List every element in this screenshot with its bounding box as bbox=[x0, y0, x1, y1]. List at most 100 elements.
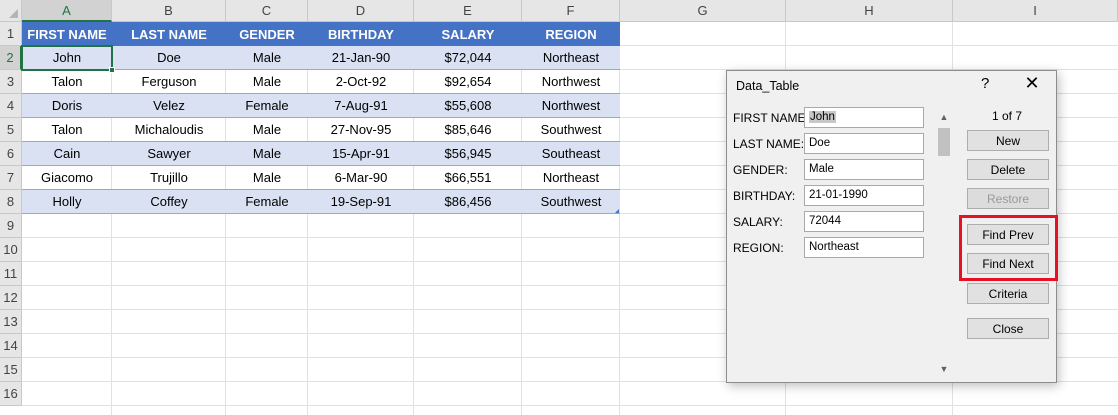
table-cell[interactable]: Ferguson bbox=[112, 70, 226, 94]
table-cell[interactable]: Southwest bbox=[522, 190, 620, 214]
table-cell[interactable]: $85,646 bbox=[414, 118, 522, 142]
scroll-down-icon[interactable]: ▼ bbox=[938, 363, 950, 375]
table-cell[interactable]: Female bbox=[226, 190, 308, 214]
table-cell[interactable]: Male bbox=[226, 70, 308, 94]
table-cell[interactable]: Northwest bbox=[522, 70, 620, 94]
row-header-16[interactable]: 16 bbox=[0, 382, 22, 406]
criteria-button[interactable]: Criteria bbox=[967, 283, 1049, 304]
close-button[interactable]: Close bbox=[967, 318, 1049, 339]
column-header-d[interactable]: D bbox=[308, 0, 414, 22]
row-header-5[interactable]: 5 bbox=[0, 118, 22, 142]
row-gridline bbox=[22, 405, 1118, 406]
table-cell[interactable]: Coffey bbox=[112, 190, 226, 214]
last-name-field[interactable]: Doe bbox=[804, 133, 924, 154]
table-header-cell[interactable]: FIRST NAME bbox=[22, 22, 112, 46]
table-cell[interactable]: $66,551 bbox=[414, 166, 522, 190]
table-cell[interactable]: Doris bbox=[22, 94, 112, 118]
row-header-2[interactable]: 2 bbox=[0, 46, 22, 70]
row-header-10[interactable]: 10 bbox=[0, 238, 22, 262]
table-cell[interactable]: Velez bbox=[112, 94, 226, 118]
row-header-15[interactable]: 15 bbox=[0, 358, 22, 382]
field-label-region: REGION: bbox=[733, 241, 784, 255]
row-header-11[interactable]: 11 bbox=[0, 262, 22, 286]
table-cell[interactable]: Northeast bbox=[522, 46, 620, 70]
row-header-1[interactable]: 1 bbox=[0, 22, 22, 46]
table-header-cell[interactable]: BIRTHDAY bbox=[308, 22, 414, 46]
table-cell[interactable]: 2-Oct-92 bbox=[308, 70, 414, 94]
delete-button[interactable]: Delete bbox=[967, 159, 1049, 180]
column-header-g[interactable]: G bbox=[620, 0, 786, 22]
help-button[interactable]: ? bbox=[981, 75, 989, 92]
table-cell[interactable]: 19-Sep-91 bbox=[308, 190, 414, 214]
scrollbar-thumb[interactable] bbox=[938, 128, 950, 156]
table-cell[interactable]: $56,945 bbox=[414, 142, 522, 166]
region-field[interactable]: Northeast bbox=[804, 237, 924, 258]
column-header-a[interactable]: A bbox=[22, 0, 112, 22]
table-header-cell[interactable]: GENDER bbox=[226, 22, 308, 46]
table-cell[interactable]: Northwest bbox=[522, 94, 620, 118]
table-cell[interactable]: Northeast bbox=[522, 166, 620, 190]
row-header-8[interactable]: 8 bbox=[0, 190, 22, 214]
column-header-c[interactable]: C bbox=[226, 0, 308, 22]
table-cell[interactable]: 7-Aug-91 bbox=[308, 94, 414, 118]
column-header-e[interactable]: E bbox=[414, 0, 522, 22]
dialog-title: Data_Table bbox=[736, 79, 800, 93]
table-cell[interactable]: Cain bbox=[22, 142, 112, 166]
new-button[interactable]: New bbox=[967, 130, 1049, 151]
table-cell[interactable]: Giacomo bbox=[22, 166, 112, 190]
row-header-13[interactable]: 13 bbox=[0, 310, 22, 334]
column-header-h[interactable]: H bbox=[786, 0, 953, 22]
field-label-birthday: BIRTHDAY: bbox=[733, 189, 796, 203]
table-cell[interactable]: Male bbox=[226, 142, 308, 166]
table-cell[interactable]: $92,654 bbox=[414, 70, 522, 94]
table-cell[interactable]: $86,456 bbox=[414, 190, 522, 214]
fill-handle[interactable] bbox=[109, 67, 115, 73]
row-header-12[interactable]: 12 bbox=[0, 286, 22, 310]
table-cell[interactable]: 21-Jan-90 bbox=[308, 46, 414, 70]
table-cell[interactable]: Sawyer bbox=[112, 142, 226, 166]
table-cell[interactable]: Southwest bbox=[522, 118, 620, 142]
row-header-3[interactable]: 3 bbox=[0, 70, 22, 94]
row-header-6[interactable]: 6 bbox=[0, 142, 22, 166]
table-cell[interactable]: Male bbox=[226, 46, 308, 70]
field-label-salary: SALARY: bbox=[733, 215, 783, 229]
column-header-f[interactable]: F bbox=[522, 0, 620, 22]
table-cell[interactable]: Male bbox=[226, 166, 308, 190]
row-header-7[interactable]: 7 bbox=[0, 166, 22, 190]
table-header-cell[interactable]: REGION bbox=[522, 22, 620, 46]
table-cell[interactable]: 6-Mar-90 bbox=[308, 166, 414, 190]
column-header-i[interactable]: I bbox=[953, 0, 1118, 22]
select-all-corner[interactable] bbox=[0, 0, 22, 22]
table-cell[interactable]: Talon bbox=[22, 118, 112, 142]
table-header-cell[interactable]: SALARY bbox=[414, 22, 522, 46]
table-cell[interactable]: Talon bbox=[22, 70, 112, 94]
gender-field[interactable]: Male bbox=[804, 159, 924, 180]
birthday-field[interactable]: 21-01-1990 bbox=[804, 185, 924, 206]
table-cell[interactable]: Doe bbox=[112, 46, 226, 70]
scroll-up-icon[interactable]: ▲ bbox=[938, 111, 950, 123]
table-cell[interactable]: Michaloudis bbox=[112, 118, 226, 142]
table-resize-handle[interactable] bbox=[615, 209, 619, 213]
column-header-b[interactable]: B bbox=[112, 0, 226, 22]
table-cell[interactable]: Southeast bbox=[522, 142, 620, 166]
field-label-gender: GENDER: bbox=[733, 163, 788, 177]
table-cell[interactable]: Female bbox=[226, 94, 308, 118]
table-cell[interactable]: Trujillo bbox=[112, 166, 226, 190]
table-cell[interactable]: Holly bbox=[22, 190, 112, 214]
table-cell[interactable]: $72,044 bbox=[414, 46, 522, 70]
row-header-14[interactable]: 14 bbox=[0, 334, 22, 358]
first-name-field[interactable]: John bbox=[804, 107, 924, 128]
active-cell-selection bbox=[21, 45, 113, 71]
close-icon[interactable]: ✕ bbox=[1019, 73, 1045, 94]
table-cell[interactable]: 15-Apr-91 bbox=[308, 142, 414, 166]
table-cell[interactable]: 27-Nov-95 bbox=[308, 118, 414, 142]
table-cell[interactable]: $55,608 bbox=[414, 94, 522, 118]
row-header-4[interactable]: 4 bbox=[0, 94, 22, 118]
salary-field[interactable]: 72044 bbox=[804, 211, 924, 232]
table-cell[interactable]: Male bbox=[226, 118, 308, 142]
row-header-9[interactable]: 9 bbox=[0, 214, 22, 238]
field-label-first-name: FIRST NAME: bbox=[733, 111, 809, 125]
table-header-cell[interactable]: LAST NAME bbox=[112, 22, 226, 46]
restore-button[interactable]: Restore bbox=[967, 188, 1049, 209]
record-counter: 1 of 7 bbox=[991, 109, 1023, 123]
